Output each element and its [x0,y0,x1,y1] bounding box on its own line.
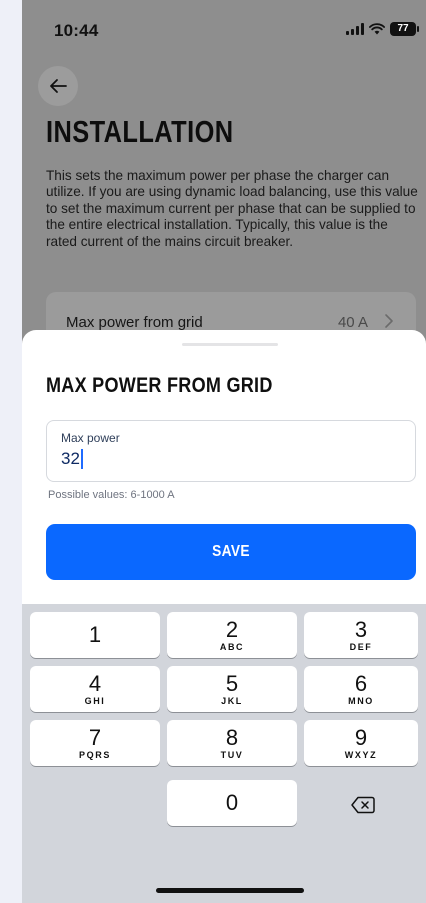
back-button[interactable] [38,66,78,106]
key-letters: WXYZ [344,750,378,760]
delete-key[interactable] [308,782,418,828]
text-cursor [80,449,83,469]
key-1[interactable]: 1 [30,612,160,658]
save-button-label: SAVE [212,543,250,560]
key-6[interactable]: 6 MNO [304,666,418,712]
key-digit: 8 [225,725,239,750]
status-icons: 77 [346,22,419,36]
key-digit: 3 [354,617,368,642]
key-digit: 4 [88,671,102,696]
phone-screen: 10:44 77 INSTALLATION This sets the maxi… [22,0,426,903]
key-2[interactable]: 2 ABC [167,612,297,658]
numeric-keypad: 1 2 ABC 3 DEF 4 GHI 5 JKL 6 MNO 7 PQRS 8… [22,604,426,903]
home-indicator[interactable] [156,888,304,893]
arrow-left-icon [50,79,67,93]
key-letters: GHI [84,696,106,706]
key-letters: MNO [348,696,374,706]
key-5[interactable]: 5 JKL [167,666,297,712]
key-digit: 2 [225,617,239,642]
app-page: 10:44 77 INSTALLATION This sets the maxi… [0,0,426,903]
wifi-icon [369,23,385,35]
key-3[interactable]: 3 DEF [304,612,418,658]
key-letters: DEF [349,642,373,652]
key-digit: 1 [88,622,102,647]
max-power-input[interactable]: Max power 32 [46,420,416,482]
key-letters: ABC [219,642,245,652]
page-title: INSTALLATION [46,114,234,149]
key-9[interactable]: 9 WXYZ [304,720,418,766]
field-label: Max power [61,431,120,445]
setting-value: 40 A [337,314,368,331]
sheet-grabber[interactable] [182,343,278,346]
key-digit: 6 [354,671,368,696]
bottom-sheet: MAX POWER FROM GRID Max power 32 Possibl… [22,330,426,620]
key-letters: PQRS [79,750,111,760]
cellular-signal-icon [346,23,364,35]
key-digit: 9 [354,725,368,750]
key-letters: TUV [220,750,244,760]
key-8[interactable]: 8 TUV [167,720,297,766]
backspace-icon [351,796,375,814]
key-4[interactable]: 4 GHI [30,666,160,712]
field-value-wrap[interactable]: 32 [61,449,83,469]
key-letters: JKL [221,696,243,706]
key-digit: 5 [225,671,239,696]
key-7[interactable]: 7 PQRS [30,720,160,766]
key-digit: 0 [225,790,239,815]
status-time: 10:44 [54,21,99,40]
chevron-right-icon [385,314,393,328]
battery-icon: 77 [390,22,419,36]
page-description: This sets the maximum power per phase th… [46,168,418,249]
save-button[interactable]: SAVE [46,524,416,580]
sheet-title: MAX POWER FROM GRID [46,374,273,397]
setting-label: Max power from grid [66,314,203,331]
possible-values-hint: Possible values: 6-1000 A [48,489,175,501]
key-0[interactable]: 0 [167,780,297,826]
key-digit: 7 [88,725,102,750]
field-value: 32 [61,449,80,468]
side-margin [0,0,22,903]
